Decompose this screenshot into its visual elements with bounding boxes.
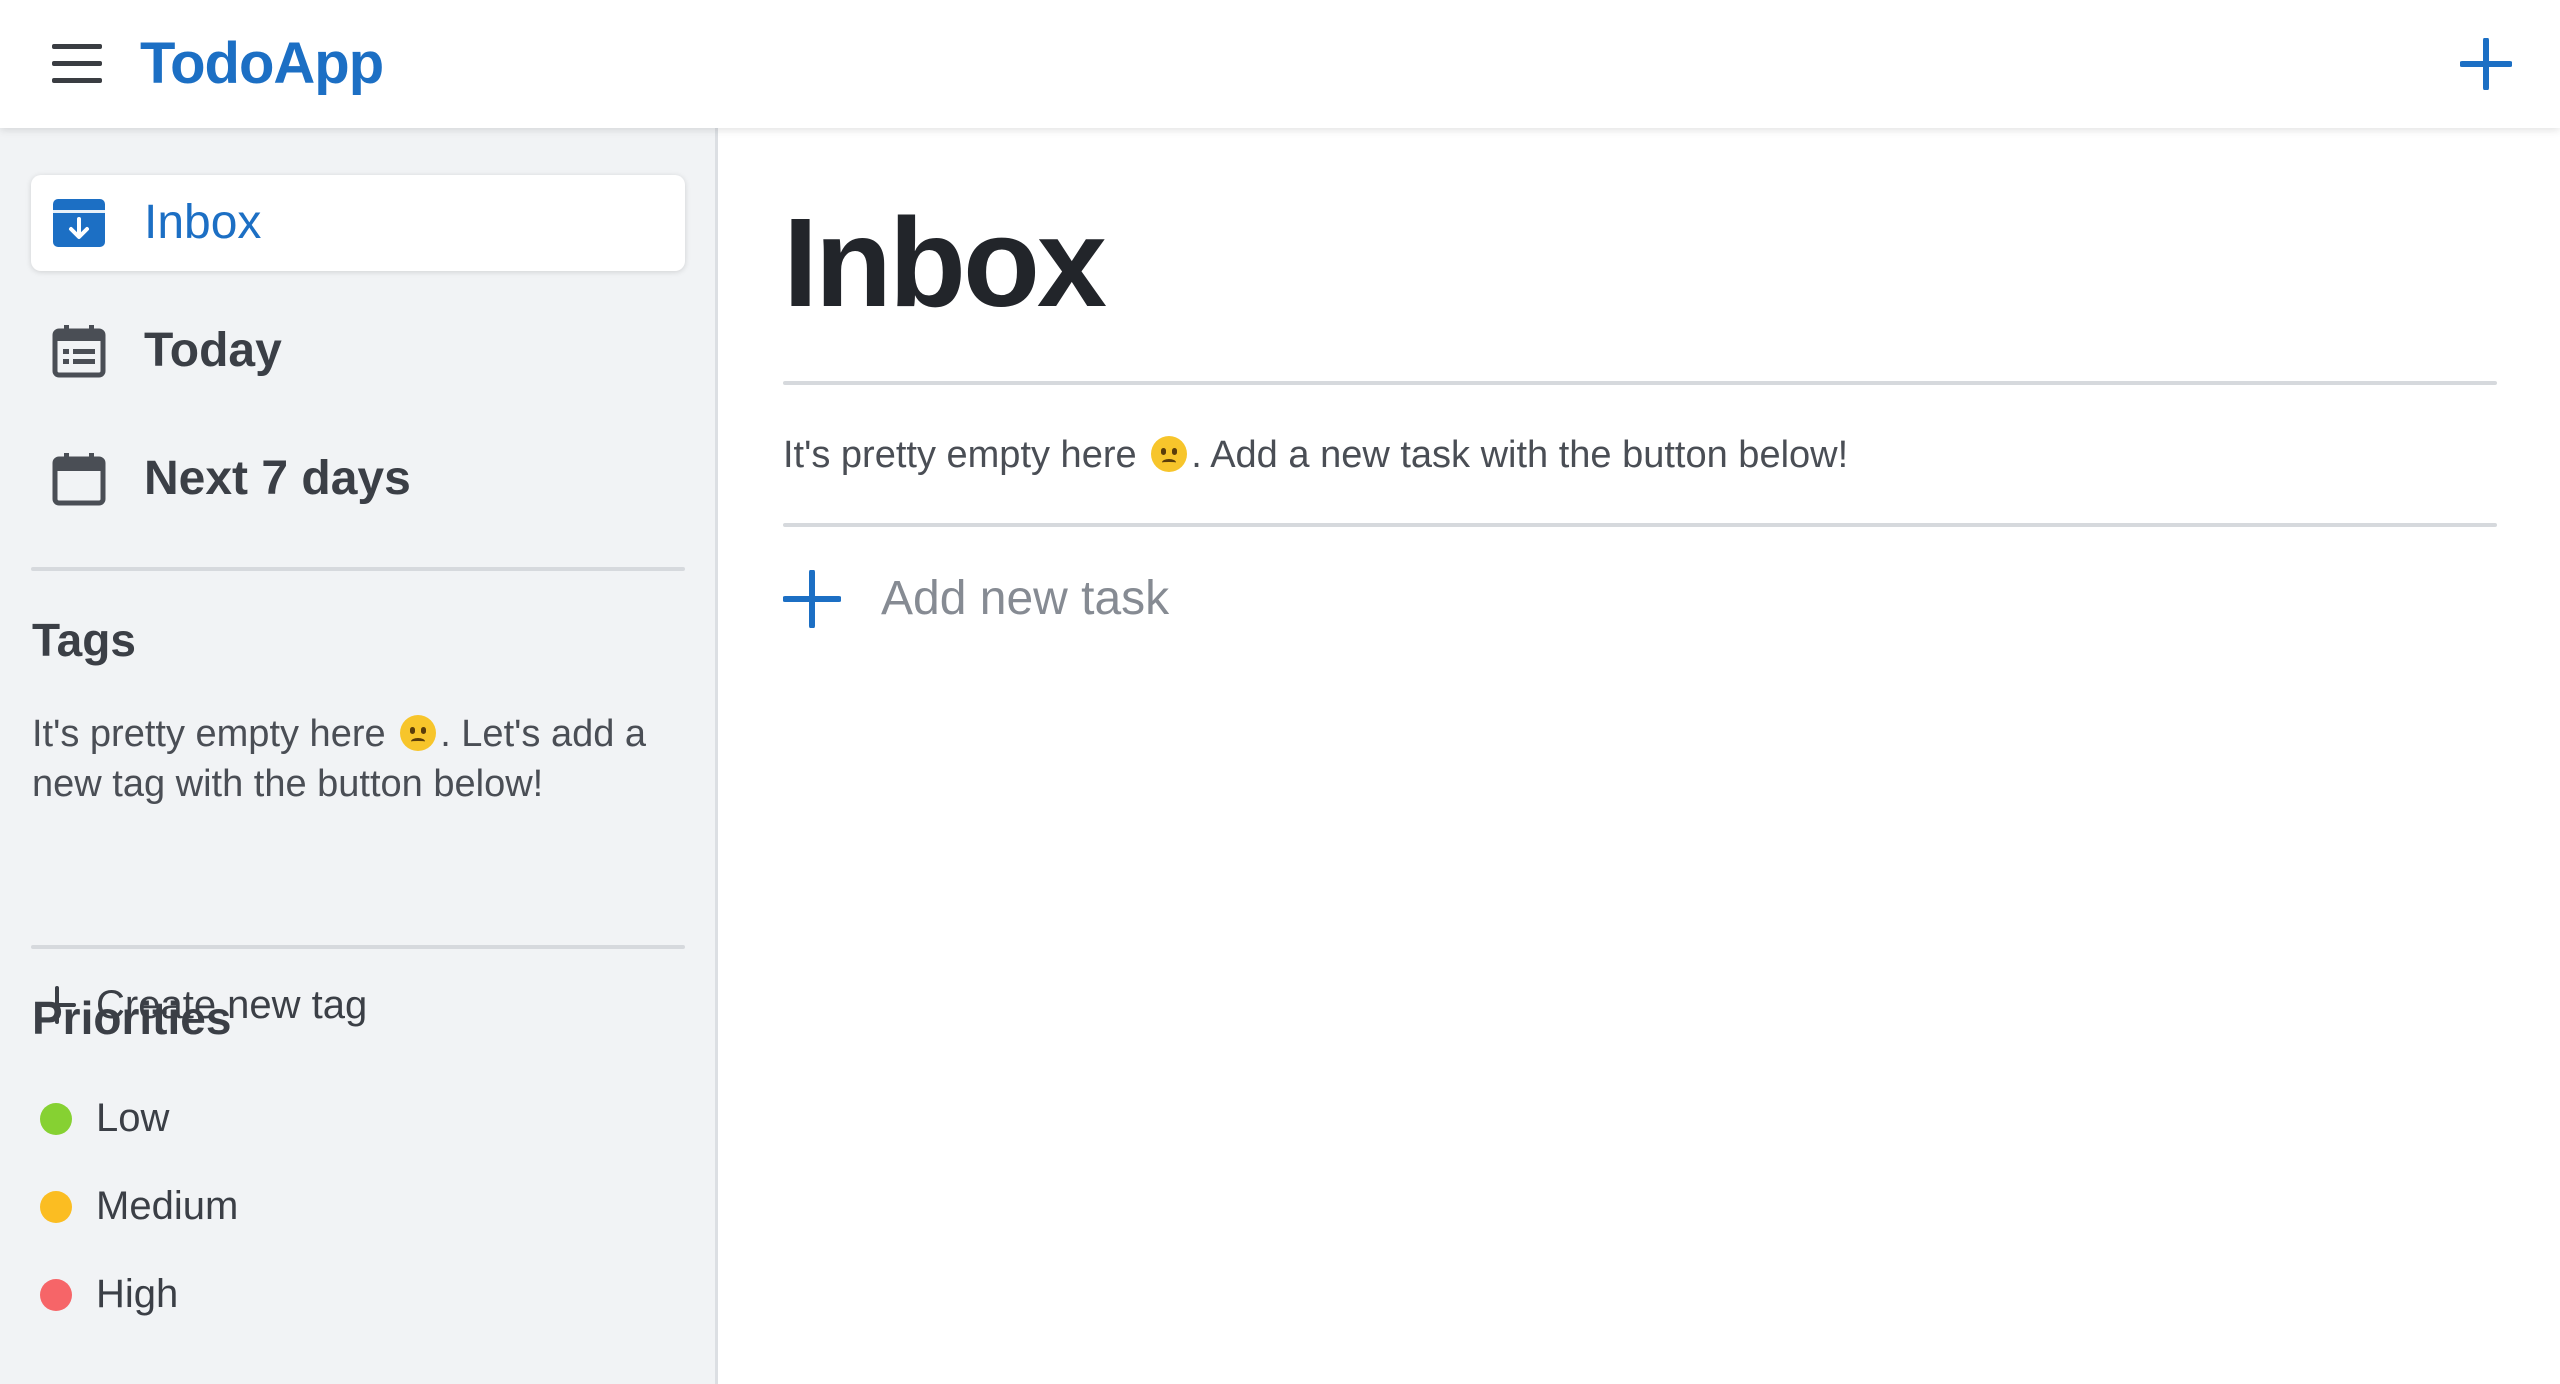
top-app-bar: TodoApp — [0, 0, 2560, 128]
tags-heading: Tags — [32, 614, 136, 666]
sidebar-item-inbox[interactable]: Inbox — [31, 175, 685, 271]
confused-face-icon — [400, 715, 437, 751]
hamburger-menu-icon[interactable] — [52, 44, 102, 84]
add-new-task-button[interactable]: Add new task — [783, 560, 1483, 640]
priority-dot-icon — [40, 1191, 72, 1223]
priority-dot-icon — [40, 1103, 72, 1135]
page-title: Inbox — [783, 192, 1107, 333]
priority-low[interactable]: Low — [36, 1090, 436, 1146]
sidebar-item-label: Today — [144, 324, 282, 377]
priorities-heading: Priorities — [32, 992, 232, 1044]
sidebar-divider — [31, 945, 685, 949]
main-content: Inbox It's pretty empty here . Add a new… — [721, 128, 2560, 1384]
priority-high[interactable]: High — [36, 1266, 436, 1322]
priority-dot-icon — [40, 1279, 72, 1311]
title-divider — [783, 381, 2497, 385]
sidebar-item-label: Next 7 days — [144, 452, 411, 505]
sidebar-item-next-7-days[interactable]: Next 7 days — [31, 431, 685, 527]
tasks-divider — [783, 523, 2497, 527]
sidebar-item-label: Inbox — [144, 196, 262, 249]
sidebar-item-today[interactable]: Today — [31, 303, 685, 399]
calendar-list-icon — [52, 325, 106, 378]
sidebar: Inbox Today Next 7 days Tags It's pretty… — [0, 128, 718, 1384]
add-plus-icon[interactable] — [2460, 38, 2512, 90]
inbox-icon — [53, 199, 105, 247]
confused-face-icon — [1151, 436, 1188, 472]
plus-icon — [783, 570, 841, 628]
tasks-empty-message: It's pretty empty here . Add a new task … — [783, 434, 1849, 476]
sidebar-divider — [31, 567, 685, 571]
priority-medium[interactable]: Medium — [36, 1178, 436, 1234]
tags-empty-message: It's pretty empty here . Let's add a new… — [32, 713, 647, 805]
calendar-icon — [52, 453, 106, 506]
app-title[interactable]: TodoApp — [140, 30, 384, 97]
